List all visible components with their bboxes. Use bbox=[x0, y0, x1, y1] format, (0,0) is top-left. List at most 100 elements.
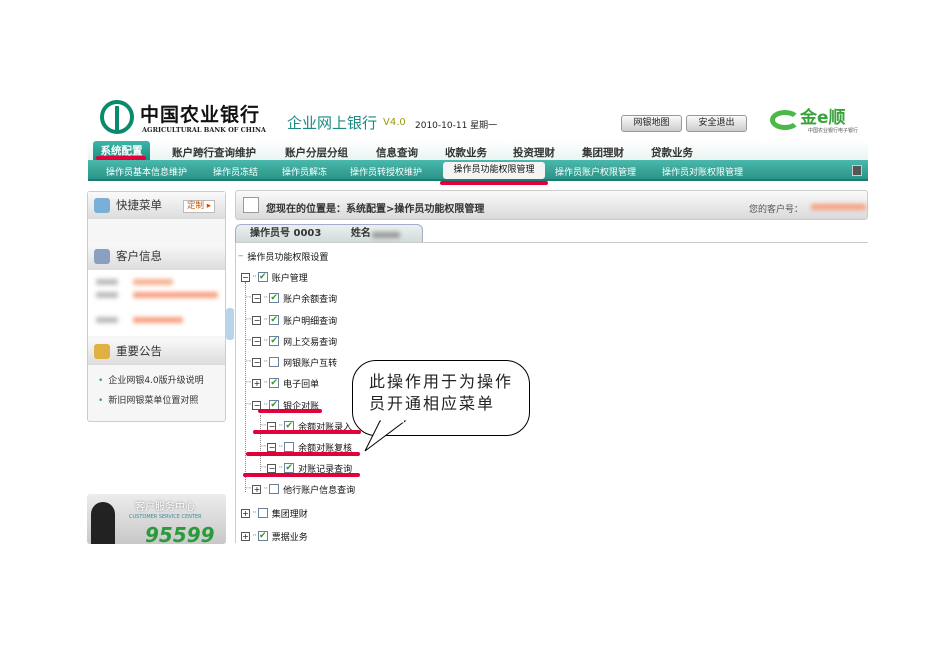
tree-node: ┈ − ·· ✔ 账户明细查询 bbox=[246, 315, 338, 327]
tree-node-label: 电子回单 bbox=[283, 379, 320, 390]
sidebar-collapse-handle[interactable] bbox=[226, 308, 234, 340]
tree-connector: ┈ bbox=[246, 336, 252, 346]
nav-item[interactable]: 投资理财 bbox=[513, 145, 555, 160]
red-underline bbox=[258, 409, 322, 413]
expand-icon[interactable]: + bbox=[252, 484, 262, 494]
permission-checkbox[interactable]: ✔ bbox=[257, 272, 268, 282]
tree-node: ┈ + ·· 他行账户信息查询 bbox=[246, 484, 356, 496]
subnav-item-active[interactable]: 操作员功能权限管理 bbox=[443, 162, 545, 179]
system-title: 企业网上银行 bbox=[287, 114, 378, 132]
subnav-item[interactable]: 操作员冻结 bbox=[213, 165, 258, 178]
customer-info-blurred bbox=[88, 270, 225, 336]
collapse-icon[interactable]: − bbox=[252, 336, 262, 346]
collapse-icon[interactable]: − bbox=[252, 357, 262, 367]
notice-link[interactable]: 新旧网银菜单位置对照 bbox=[98, 393, 198, 406]
tree-node-label: 账户管理 bbox=[271, 273, 308, 284]
tree-connector: ┈ bbox=[246, 357, 252, 367]
permission-checkbox[interactable]: ✔ bbox=[269, 293, 280, 303]
expand-icon[interactable]: + bbox=[241, 508, 250, 518]
permission-tree-panel: -- 操作员功能权限设置 − ·· ✔ 账户管理 ┈ − ·· ✔ 账户余额查询 ┈ − ·· ✔ 账户明… bbox=[235, 242, 868, 543]
abc-logo-icon bbox=[100, 100, 134, 134]
nav-item[interactable]: 账户跨行查询维护 bbox=[172, 145, 256, 160]
tree-title: -- 操作员功能权限设置 bbox=[238, 251, 329, 263]
sidebar: 快捷菜单 定制 ▸ 客户信息 重要公告 企业网银4.0版升级说明 新旧网银菜单位… bbox=[87, 191, 226, 422]
tree-node-label: 集团理财 bbox=[271, 509, 308, 520]
collapse-icon[interactable]: − bbox=[252, 315, 262, 325]
quick-menu-header: 快捷菜单 定制 ▸ bbox=[88, 192, 225, 219]
breadcrumb: 您现在的位置是：系统配置>操作员功能权限管理 bbox=[266, 204, 485, 215]
permission-checkbox[interactable] bbox=[257, 508, 268, 518]
brand-sub: 中国农业银行电子银行 bbox=[808, 128, 859, 134]
permission-checkbox[interactable] bbox=[284, 442, 295, 452]
location-icon bbox=[243, 197, 259, 213]
tree-node: ┈ − ·· 网银账户互转 bbox=[246, 357, 338, 369]
notice-link[interactable]: 企业网银4.0版升级说明 bbox=[98, 373, 203, 386]
nav-item[interactable]: 信息查询 bbox=[376, 145, 418, 160]
expand-icon[interactable]: + bbox=[241, 531, 250, 541]
permission-checkbox[interactable] bbox=[269, 484, 280, 494]
red-underline bbox=[243, 473, 360, 477]
tree-node-label: 账户明细查询 bbox=[283, 316, 338, 327]
customer-info-header: 客户信息 bbox=[88, 243, 225, 270]
breadcrumb-bar: 您现在的位置是：系统配置>操作员功能权限管理 您的客户号： bbox=[235, 190, 868, 220]
tree-node-label: 账户余额查询 bbox=[283, 294, 338, 305]
permission-checkbox[interactable] bbox=[269, 357, 280, 367]
collapse-icon[interactable]: − bbox=[241, 272, 250, 282]
site-map-button[interactable]: 网银地图 bbox=[621, 115, 682, 132]
subnav-item[interactable]: 操作员转授权维护 bbox=[350, 165, 422, 178]
tree-node: ┈ − ·· ✔ 账户余额查询 bbox=[246, 293, 338, 305]
permission-checkbox[interactable]: ✔ bbox=[269, 378, 280, 388]
operator-no: 操作员号 0003 bbox=[250, 228, 322, 239]
service-title: 客户服务中心 bbox=[135, 502, 195, 513]
subnav-item[interactable]: 操作员解冻 bbox=[282, 165, 327, 178]
tree-connector: ┈ bbox=[246, 400, 252, 410]
name-label: 姓名 bbox=[350, 228, 371, 239]
collapse-icon[interactable]: − bbox=[267, 463, 277, 473]
tree-connector: ┈ bbox=[246, 484, 252, 494]
subnav-item[interactable]: 操作员基本信息维护 bbox=[106, 165, 187, 178]
tree-node-label: 票据业务 bbox=[271, 532, 308, 543]
permission-checkbox[interactable]: ✔ bbox=[284, 463, 295, 473]
agent-image bbox=[91, 502, 115, 544]
subnav-item[interactable]: 操作员对账权限管理 bbox=[662, 165, 743, 178]
permission-checkbox[interactable]: ✔ bbox=[269, 336, 280, 346]
version: V4.0 bbox=[383, 117, 406, 128]
name-blurred bbox=[372, 232, 400, 238]
collapse-icon[interactable]: − bbox=[252, 293, 262, 303]
date: 2010-10-11 星期一 bbox=[415, 121, 498, 131]
bank-name-en: AGRICULTURAL BANK OF CHINA bbox=[142, 126, 266, 134]
tree-connector: ┈ bbox=[246, 315, 252, 325]
customer-info-title: 客户信息 bbox=[116, 249, 162, 263]
nav-item[interactable]: 收款业务 bbox=[445, 145, 487, 160]
tree-connector: ┈ bbox=[261, 463, 267, 473]
collapse-icon[interactable]: − bbox=[267, 442, 277, 452]
tree-node: − ·· ✔ 账户管理 bbox=[241, 272, 308, 284]
customer-no-blurred bbox=[811, 204, 866, 210]
logout-button[interactable]: 安全退出 bbox=[686, 115, 747, 132]
scroll-left-button[interactable] bbox=[852, 165, 862, 176]
user-icon bbox=[94, 249, 110, 264]
red-underline bbox=[440, 181, 548, 185]
tree-connector: ┈ bbox=[246, 293, 252, 303]
nav-item[interactable]: 贷款业务 bbox=[651, 145, 693, 160]
tree-node: ┈ − ·· ✔ 网上交易查询 bbox=[246, 336, 338, 348]
quick-menu-title: 快捷菜单 bbox=[116, 198, 162, 212]
tree-node: + ·· 集团理财 bbox=[241, 508, 308, 520]
operator-tab[interactable]: 操作员号 0003 姓名 bbox=[235, 224, 423, 243]
nav-item[interactable]: 集团理财 bbox=[582, 145, 624, 160]
service-en: CUSTOMER SERVICE CENTER bbox=[129, 514, 202, 520]
customer-service-banner[interactable]: 客户服务中心 CUSTOMER SERVICE CENTER 95599 bbox=[87, 494, 226, 544]
expand-icon[interactable]: + bbox=[252, 378, 262, 388]
subnav-item[interactable]: 操作员账户权限管理 bbox=[555, 165, 636, 178]
tree-node: ┈ + ·· ✔ 电子回单 bbox=[246, 378, 320, 390]
nav-item[interactable]: 账户分层分组 bbox=[285, 145, 348, 160]
red-underline bbox=[253, 430, 361, 434]
notices-title: 重要公告 bbox=[116, 344, 162, 358]
customer-no-label: 您的客户号： bbox=[749, 205, 804, 215]
notice-icon bbox=[94, 344, 110, 359]
customize-button[interactable]: 定制 ▸ bbox=[183, 200, 215, 213]
permission-checkbox[interactable]: ✔ bbox=[269, 315, 280, 325]
callout-tail bbox=[364, 420, 407, 452]
permission-checkbox[interactable]: ✔ bbox=[257, 531, 268, 541]
brand-logo-icon bbox=[770, 110, 800, 130]
